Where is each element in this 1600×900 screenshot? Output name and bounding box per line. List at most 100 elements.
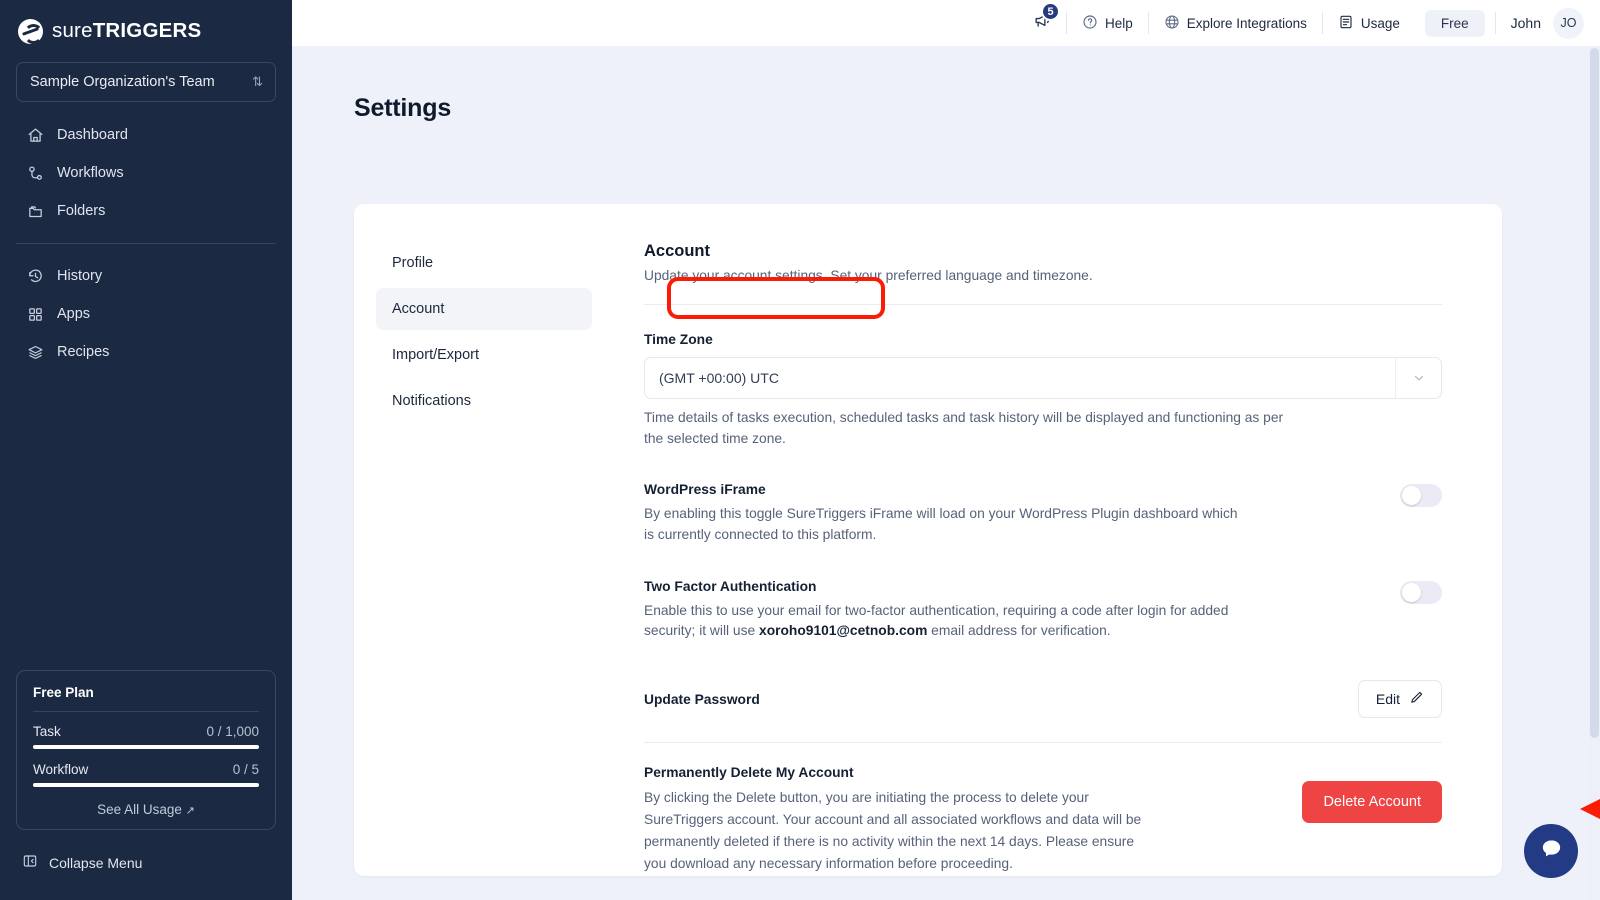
account-heading: Account: [644, 242, 710, 260]
workflow-icon: [26, 164, 44, 182]
sidebar-item-label: Apps: [57, 306, 91, 322]
wordpress-iframe-toggle[interactable]: [1400, 484, 1442, 508]
collapse-menu-label: Collapse Menu: [49, 854, 143, 871]
two-factor-label: Two Factor Authentication: [644, 578, 817, 594]
collapse-menu-button[interactable]: Collapse Menu: [22, 853, 142, 872]
external-link-icon: ↗: [185, 805, 195, 817]
update-password-row: Update Password Edit: [644, 642, 1442, 719]
tab-label: Import/Export: [392, 347, 480, 363]
wordpress-iframe-desc: By enabling this toggle SureTriggers iFr…: [644, 506, 1238, 543]
tab-label: Profile: [392, 255, 434, 271]
brand-text-bold: TRIGGERS: [92, 19, 202, 42]
workflow-meter-label: Workflow: [33, 762, 89, 777]
task-meter-bar: [33, 745, 259, 749]
main-area: 5 Help Explore Integrations Usage Free J…: [292, 0, 1600, 900]
chat-widget-button[interactable]: [1524, 824, 1578, 878]
task-meter-value: 0 / 1,000: [206, 724, 259, 739]
settings-card: Profile Account Import/Export Notificati…: [354, 204, 1502, 876]
sidebar-item-label: History: [57, 268, 103, 284]
sidebar-item-label: Recipes: [57, 344, 110, 360]
folder-icon: [26, 202, 44, 220]
user-name: John: [1510, 15, 1541, 31]
suretriggers-logo-icon: [18, 18, 43, 44]
tab-label: Account: [392, 301, 445, 317]
home-icon: [26, 126, 44, 144]
plan-badge[interactable]: Free: [1424, 9, 1485, 37]
workflow-meter-value: 0 / 5: [232, 762, 259, 777]
wordpress-iframe-text: WordPress iFrame By enabling this toggle…: [644, 482, 1244, 545]
page-title: Settings: [354, 94, 452, 122]
timezone-label: Time Zone: [644, 332, 713, 347]
delete-account-row: Permanently Delete My Account By clickin…: [644, 743, 1442, 874]
two-factor-desc: Enable this to use your email for two-fa…: [644, 594, 1244, 642]
sidebar-item-history[interactable]: History: [16, 257, 276, 295]
sidebar-item-label: Folders: [57, 203, 106, 219]
avatar: JO: [1553, 7, 1584, 39]
sidebar-nav: Dashboard Workflows Folders History Apps…: [0, 116, 292, 371]
sidebar-item-apps[interactable]: Apps: [16, 295, 276, 333]
explore-integrations-button[interactable]: Explore Integrations: [1149, 8, 1322, 38]
delete-account-label: Permanently Delete My Account: [644, 765, 854, 781]
usage-button[interactable]: Usage: [1323, 8, 1415, 38]
workflow-meter-bar: [33, 783, 259, 787]
account-subtitle: Update your account settings. Set your p…: [644, 268, 1093, 283]
sidebar-item-recipes[interactable]: Recipes: [16, 333, 276, 371]
chat-bubble-icon: [1539, 836, 1564, 866]
help-button[interactable]: Help: [1067, 8, 1148, 38]
collapse-panel-icon: [22, 853, 38, 872]
task-meter-label: Task: [33, 724, 61, 739]
layers-icon: [26, 343, 44, 361]
sidebar-divider: [16, 243, 276, 244]
sidebar-item-dashboard[interactable]: Dashboard: [16, 116, 276, 154]
sidebar: sureTRIGGERS Sample Organization's Team …: [0, 0, 292, 900]
toggle-knob: [1402, 582, 1421, 602]
two-factor-row: Two Factor Authentication Enable this to…: [644, 546, 1442, 642]
delete-account-button[interactable]: Delete Account: [1302, 781, 1442, 824]
tab-account[interactable]: Account: [376, 288, 592, 330]
plan-usage-card: Free Plan Task 0 / 1,000 Workflow 0 / 5 …: [16, 670, 276, 830]
task-meter-row: Task 0 / 1,000: [33, 724, 259, 739]
grid-apps-icon: [26, 305, 44, 323]
settings-tab-list: Profile Account Import/Export Notificati…: [354, 204, 614, 876]
delete-account-text: Permanently Delete My Account By clickin…: [644, 765, 1154, 874]
notifications-button[interactable]: 5: [1025, 2, 1066, 35]
tab-import-export[interactable]: Import/Export: [376, 334, 592, 376]
plan-title: Free Plan: [33, 685, 94, 700]
edit-password-button[interactable]: Edit: [1357, 680, 1442, 719]
annotation-arrow: [1580, 789, 1600, 834]
brand-logo[interactable]: sureTRIGGERS: [0, 0, 292, 48]
pencil-icon: [1409, 690, 1424, 708]
sidebar-item-label: Workflows: [57, 165, 124, 181]
user-menu[interactable]: John JO: [1496, 7, 1584, 39]
tab-notifications[interactable]: Notifications: [376, 380, 592, 422]
wordpress-iframe-row: WordPress iFrame By enabling this toggle…: [644, 449, 1442, 545]
timezone-helper-text: Time details of tasks execution, schedul…: [644, 410, 1284, 446]
brand-text: sureTRIGGERS: [52, 19, 201, 43]
usage-label: Usage: [1360, 15, 1400, 31]
page-scrollbar-thumb[interactable]: [1590, 48, 1599, 738]
tab-profile[interactable]: Profile: [376, 242, 592, 284]
organization-selector[interactable]: Sample Organization's Team ⇅: [16, 62, 276, 102]
app-root: sureTRIGGERS Sample Organization's Team …: [0, 0, 1600, 900]
swap-vertical-icon: ⇅: [252, 74, 263, 89]
sidebar-item-workflows[interactable]: Workflows: [16, 154, 276, 192]
sidebar-item-folders[interactable]: Folders: [16, 192, 276, 230]
delete-account-desc: By clicking the Delete button, you are i…: [644, 790, 1142, 871]
organization-name: Sample Organization's Team: [30, 74, 215, 90]
notification-badge: 5: [1041, 2, 1060, 21]
sidebar-item-label: Dashboard: [57, 127, 128, 143]
account-panel: Account Update your account settings. Se…: [614, 204, 1502, 876]
two-factor-toggle[interactable]: [1400, 580, 1442, 604]
see-all-usage-label: See All Usage: [97, 802, 182, 817]
timezone-select[interactable]: (GMT +00:00) UTC: [644, 357, 1442, 399]
top-bar: 5 Help Explore Integrations Usage Free J…: [292, 0, 1600, 46]
tab-label: Notifications: [392, 393, 471, 409]
globe-icon: [1164, 14, 1180, 33]
toggle-knob: [1402, 486, 1421, 506]
see-all-usage-link[interactable]: See All Usage ↗: [33, 800, 259, 817]
question-circle-icon: [1082, 14, 1098, 33]
edit-password-label: Edit: [1375, 691, 1400, 708]
update-password-label: Update Password: [644, 691, 760, 707]
two-factor-email: xoroho9101@cetnob.com: [759, 623, 928, 639]
brand-text-light: sure: [52, 19, 93, 42]
